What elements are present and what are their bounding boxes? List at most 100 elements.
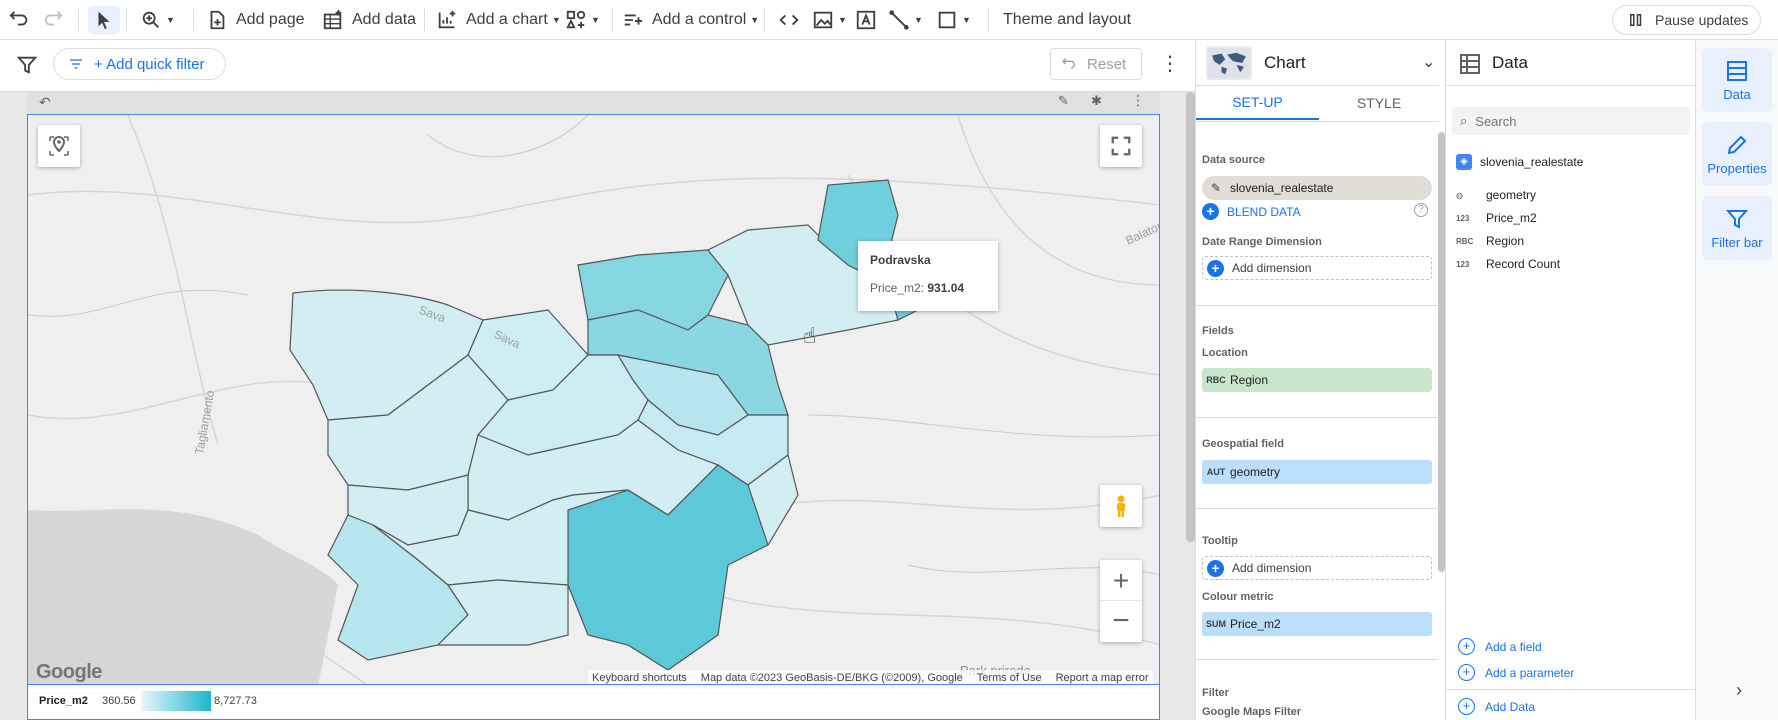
chart-undo-icon[interactable]: ↶ [39,94,51,111]
edit-icon[interactable]: ✎ [1058,93,1069,109]
pause-updates-button[interactable]: Pause updates [1612,5,1761,35]
chart-panel-title: Chart [1264,53,1306,72]
rail-properties-button[interactable]: Properties [1702,122,1772,186]
plus-circle-icon: + [1458,664,1475,681]
tab-style[interactable]: STYLE [1319,86,1439,120]
field-item[interactable]: 123 Price_m2 [1456,208,1537,228]
tooltip-add-dimension[interactable]: + Add dimension [1202,556,1432,580]
data-panel-title: Data [1492,53,1528,72]
rail-data-label: Data [1723,86,1751,102]
terms-link[interactable]: Terms of Use [977,672,1042,684]
field-type: RBC [1456,236,1474,246]
line-icon[interactable]: ▼ [888,6,923,34]
main-toolbar: ▼ Add page Add data Add a chart ▼ ▼ Add … [0,0,1778,40]
chart-menu-icon[interactable]: ⋮ [1131,92,1145,109]
field-name: Price_m2 [1486,211,1537,225]
redo-icon[interactable] [42,6,64,34]
table-icon [1727,60,1747,81]
plus-circle-icon: + [1207,259,1224,277]
blend-data-label: BLEND DATA [1227,204,1301,219]
tab-setup[interactable]: SET-UP [1196,86,1319,120]
add-chart-icon [438,10,456,29]
field-item[interactable]: 123 Record Count [1456,254,1560,274]
more-options-icon[interactable]: ⋮ [1160,54,1180,74]
field-item[interactable]: ◍ geometry [1456,185,1536,205]
panel-scrollbar[interactable] [1438,132,1445,572]
report-error-link[interactable]: Report a map error [1056,672,1149,684]
pegman-icon [1117,495,1125,517]
map-data-text: Map data ©2023 GeoBasis-DE/BKG (©2009), … [700,672,963,684]
text-box-icon[interactable] [855,6,877,34]
data-source-item[interactable]: ◈ slovenia_realestate [1456,154,1583,170]
add-chart-button[interactable]: Add a chart ▼ [436,6,561,34]
shape-icon[interactable]: ▼ [936,6,971,34]
embed-url-icon[interactable] [778,6,800,34]
colour-metric-label: Colour metric [1202,591,1274,603]
legend-label: Price_m2 [39,695,88,707]
cross-filter-icon[interactable]: ✱ [1091,93,1102,109]
street-view-pegman[interactable] [1100,485,1142,527]
blend-data-button[interactable]: + BLEND DATA [1202,203,1301,220]
legend-gradient [141,691,211,711]
help-icon[interactable]: ? [1414,203,1428,217]
keyboard-shortcuts-link[interactable]: Keyboard shortcuts [592,672,687,684]
chevron-right-icon[interactable]: › [1736,680,1742,701]
geo-field-name: geometry [1230,465,1281,479]
map-tooltip: Podravska Price_m2: 931.04 [858,241,998,311]
theme-layout-button[interactable]: Theme and layout [1003,6,1131,34]
field-name: Region [1486,234,1525,248]
add-chart-label: Add a chart [466,11,548,28]
search-icon: ⌕ [1460,113,1468,128]
plus-circle-icon: + [1202,203,1219,220]
location-field-chip[interactable]: RBC Region [1202,368,1432,392]
fullscreen-button[interactable] [1100,125,1142,167]
geospatial-field-chip[interactable]: AUT geometry [1202,460,1432,484]
add-parameter-button[interactable]: + Add a parameter [1458,664,1574,681]
data-search-field[interactable]: ⌕ [1452,107,1690,135]
map-canvas[interactable]: Sava Sava Tagliamento Balaton Park priro… [28,115,1160,685]
add-field-label: Add a field [1485,639,1542,654]
undo-icon[interactable] [8,6,30,34]
add-control-label: Add a control [652,11,747,28]
reset-button[interactable]: Reset [1050,48,1142,80]
fullscreen-icon [1111,136,1131,156]
add-data-button[interactable]: Add data [322,6,416,34]
add-data-source-button[interactable]: + Add Data [1458,698,1535,715]
chevron-down-icon[interactable]: ⌄ [1422,52,1435,72]
add-page-button[interactable]: Add page [206,6,305,34]
colour-metric-chip[interactable]: SUM Price_m2 [1202,612,1432,636]
locate-button[interactable] [38,125,80,167]
search-input[interactable] [1475,113,1676,129]
filter-icon[interactable] [16,54,38,81]
rail-data-button[interactable]: Data [1702,48,1772,112]
zoom-in-icon[interactable]: + [1100,561,1142,601]
plus-circle-icon: + [1458,638,1475,655]
community-viz-icon[interactable]: ▼ [565,6,600,34]
filled-map[interactable]: Sava Sava Tagliamento Balaton Park priro… [27,114,1160,685]
rail-filter-bar-label: Filter bar [1711,234,1763,250]
add-field-button[interactable]: + Add a field [1458,638,1542,655]
right-side-rail: Data Properties Filter bar › [1695,40,1778,720]
date-range-add-dimension[interactable]: + Add dimension [1202,256,1432,280]
add-quick-filter-button[interactable]: + Add quick filter [53,48,226,80]
zoom-icon[interactable]: ▼ [140,6,175,34]
field-item[interactable]: RBC Region [1456,231,1524,251]
zoom-out-icon[interactable]: − [1100,601,1142,641]
chart-header: ↶ ✎ ✱ ⋮ [27,92,1160,114]
pencil-icon[interactable]: ✎ [1202,181,1230,195]
canvas-scrollbar[interactable] [1186,92,1195,542]
colour-metric-field: Price_m2 [1230,617,1281,631]
gmaps-filter-label: Google Maps Filter [1202,706,1302,718]
image-icon[interactable]: ▼ [812,6,847,34]
fields-label: Fields [1202,325,1234,337]
chart-type-thumbnail[interactable] [1206,46,1252,80]
rail-filter-bar-button[interactable]: Filter bar [1702,196,1772,260]
select-pointer-icon[interactable] [88,6,120,34]
add-quick-filter-label: + Add quick filter [94,55,205,73]
rail-properties-label: Properties [1707,160,1767,176]
data-source-label: Data source [1202,154,1265,166]
add-control-button[interactable]: Add a control ▼ [622,6,759,34]
tooltip-row: Price_m2: 931.04 [870,281,986,295]
filter-bar: + Add quick filter Reset ⋮ [0,40,1195,92]
data-source-chip[interactable]: ✎ slovenia_realestate [1202,176,1432,200]
